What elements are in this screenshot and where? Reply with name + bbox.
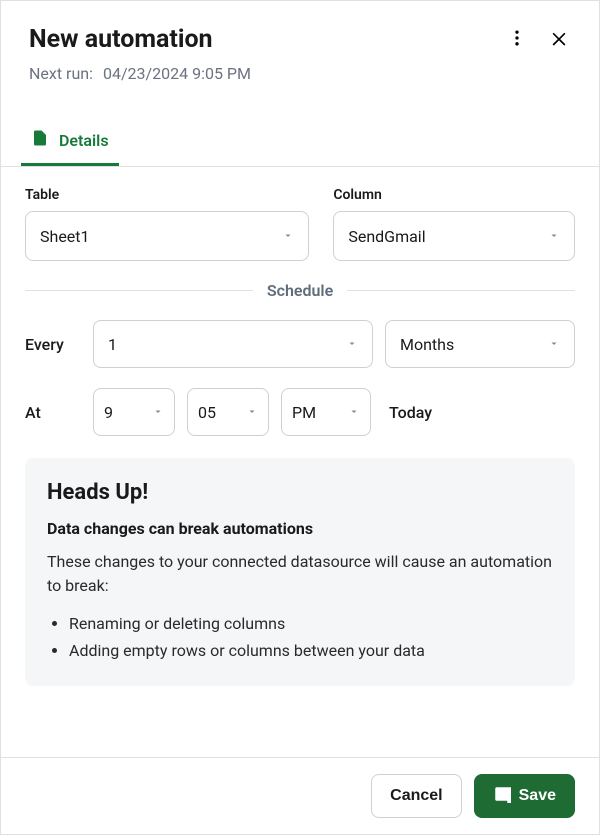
table-select-value: Sheet1 xyxy=(40,227,90,246)
next-run-line: Next run: 04/23/2024 9:05 PM xyxy=(29,64,571,83)
alert-subheading: Data changes can break automations xyxy=(47,519,553,538)
cancel-button[interactable]: Cancel xyxy=(371,774,461,818)
alert-box: Heads Up! Data changes can break automat… xyxy=(25,458,575,686)
every-number-select[interactable]: 1 xyxy=(93,320,373,368)
alert-heading: Heads Up! xyxy=(47,480,553,505)
schedule-heading: Schedule xyxy=(267,281,333,300)
minute-select[interactable]: 05 xyxy=(187,388,269,436)
ampm-value: PM xyxy=(292,403,316,422)
chevron-down-icon xyxy=(548,335,560,354)
column-select-value: SendGmail xyxy=(348,227,425,246)
divider-line xyxy=(347,290,575,291)
minute-value: 05 xyxy=(198,403,216,422)
alert-item: Adding empty rows or columns between you… xyxy=(69,637,553,664)
table-label: Table xyxy=(25,187,309,203)
more-menu-button[interactable] xyxy=(505,28,529,52)
next-run-value: 04/23/2024 9:05 PM xyxy=(103,64,251,83)
chevron-down-icon xyxy=(346,335,358,354)
table-select[interactable]: Sheet1 xyxy=(25,211,309,261)
save-label: Save xyxy=(519,787,556,805)
chevron-down-icon xyxy=(348,403,360,422)
every-unit-value: Months xyxy=(400,335,454,354)
every-label: Every xyxy=(25,335,81,354)
close-button[interactable] xyxy=(547,28,571,52)
chevron-down-icon xyxy=(548,227,560,246)
next-run-label: Next run: xyxy=(29,64,93,83)
alert-item: Renaming or deleting columns xyxy=(69,610,553,637)
ampm-select[interactable]: PM xyxy=(281,388,371,436)
every-number-value: 1 xyxy=(108,335,117,354)
chevron-down-icon xyxy=(152,403,164,422)
close-icon xyxy=(549,28,569,52)
chevron-down-icon xyxy=(282,227,294,246)
save-icon xyxy=(493,785,511,808)
more-vertical-icon xyxy=(507,28,527,52)
at-label: At xyxy=(25,403,81,422)
divider-line xyxy=(25,290,253,291)
chevron-down-icon xyxy=(246,403,258,422)
today-label: Today xyxy=(389,403,432,422)
tab-details[interactable]: Details xyxy=(21,119,119,166)
page-title: New automation xyxy=(29,25,213,54)
hour-value: 9 xyxy=(104,403,113,422)
tab-details-label: Details xyxy=(59,131,109,150)
hour-select[interactable]: 9 xyxy=(93,388,175,436)
every-unit-select[interactable]: Months xyxy=(385,320,575,368)
alert-body: These changes to your connected datasour… xyxy=(47,550,553,598)
document-icon xyxy=(31,129,49,151)
save-button[interactable]: Save xyxy=(474,774,575,818)
cancel-label: Cancel xyxy=(390,787,442,805)
column-select[interactable]: SendGmail xyxy=(333,211,575,261)
column-label: Column xyxy=(333,187,575,203)
